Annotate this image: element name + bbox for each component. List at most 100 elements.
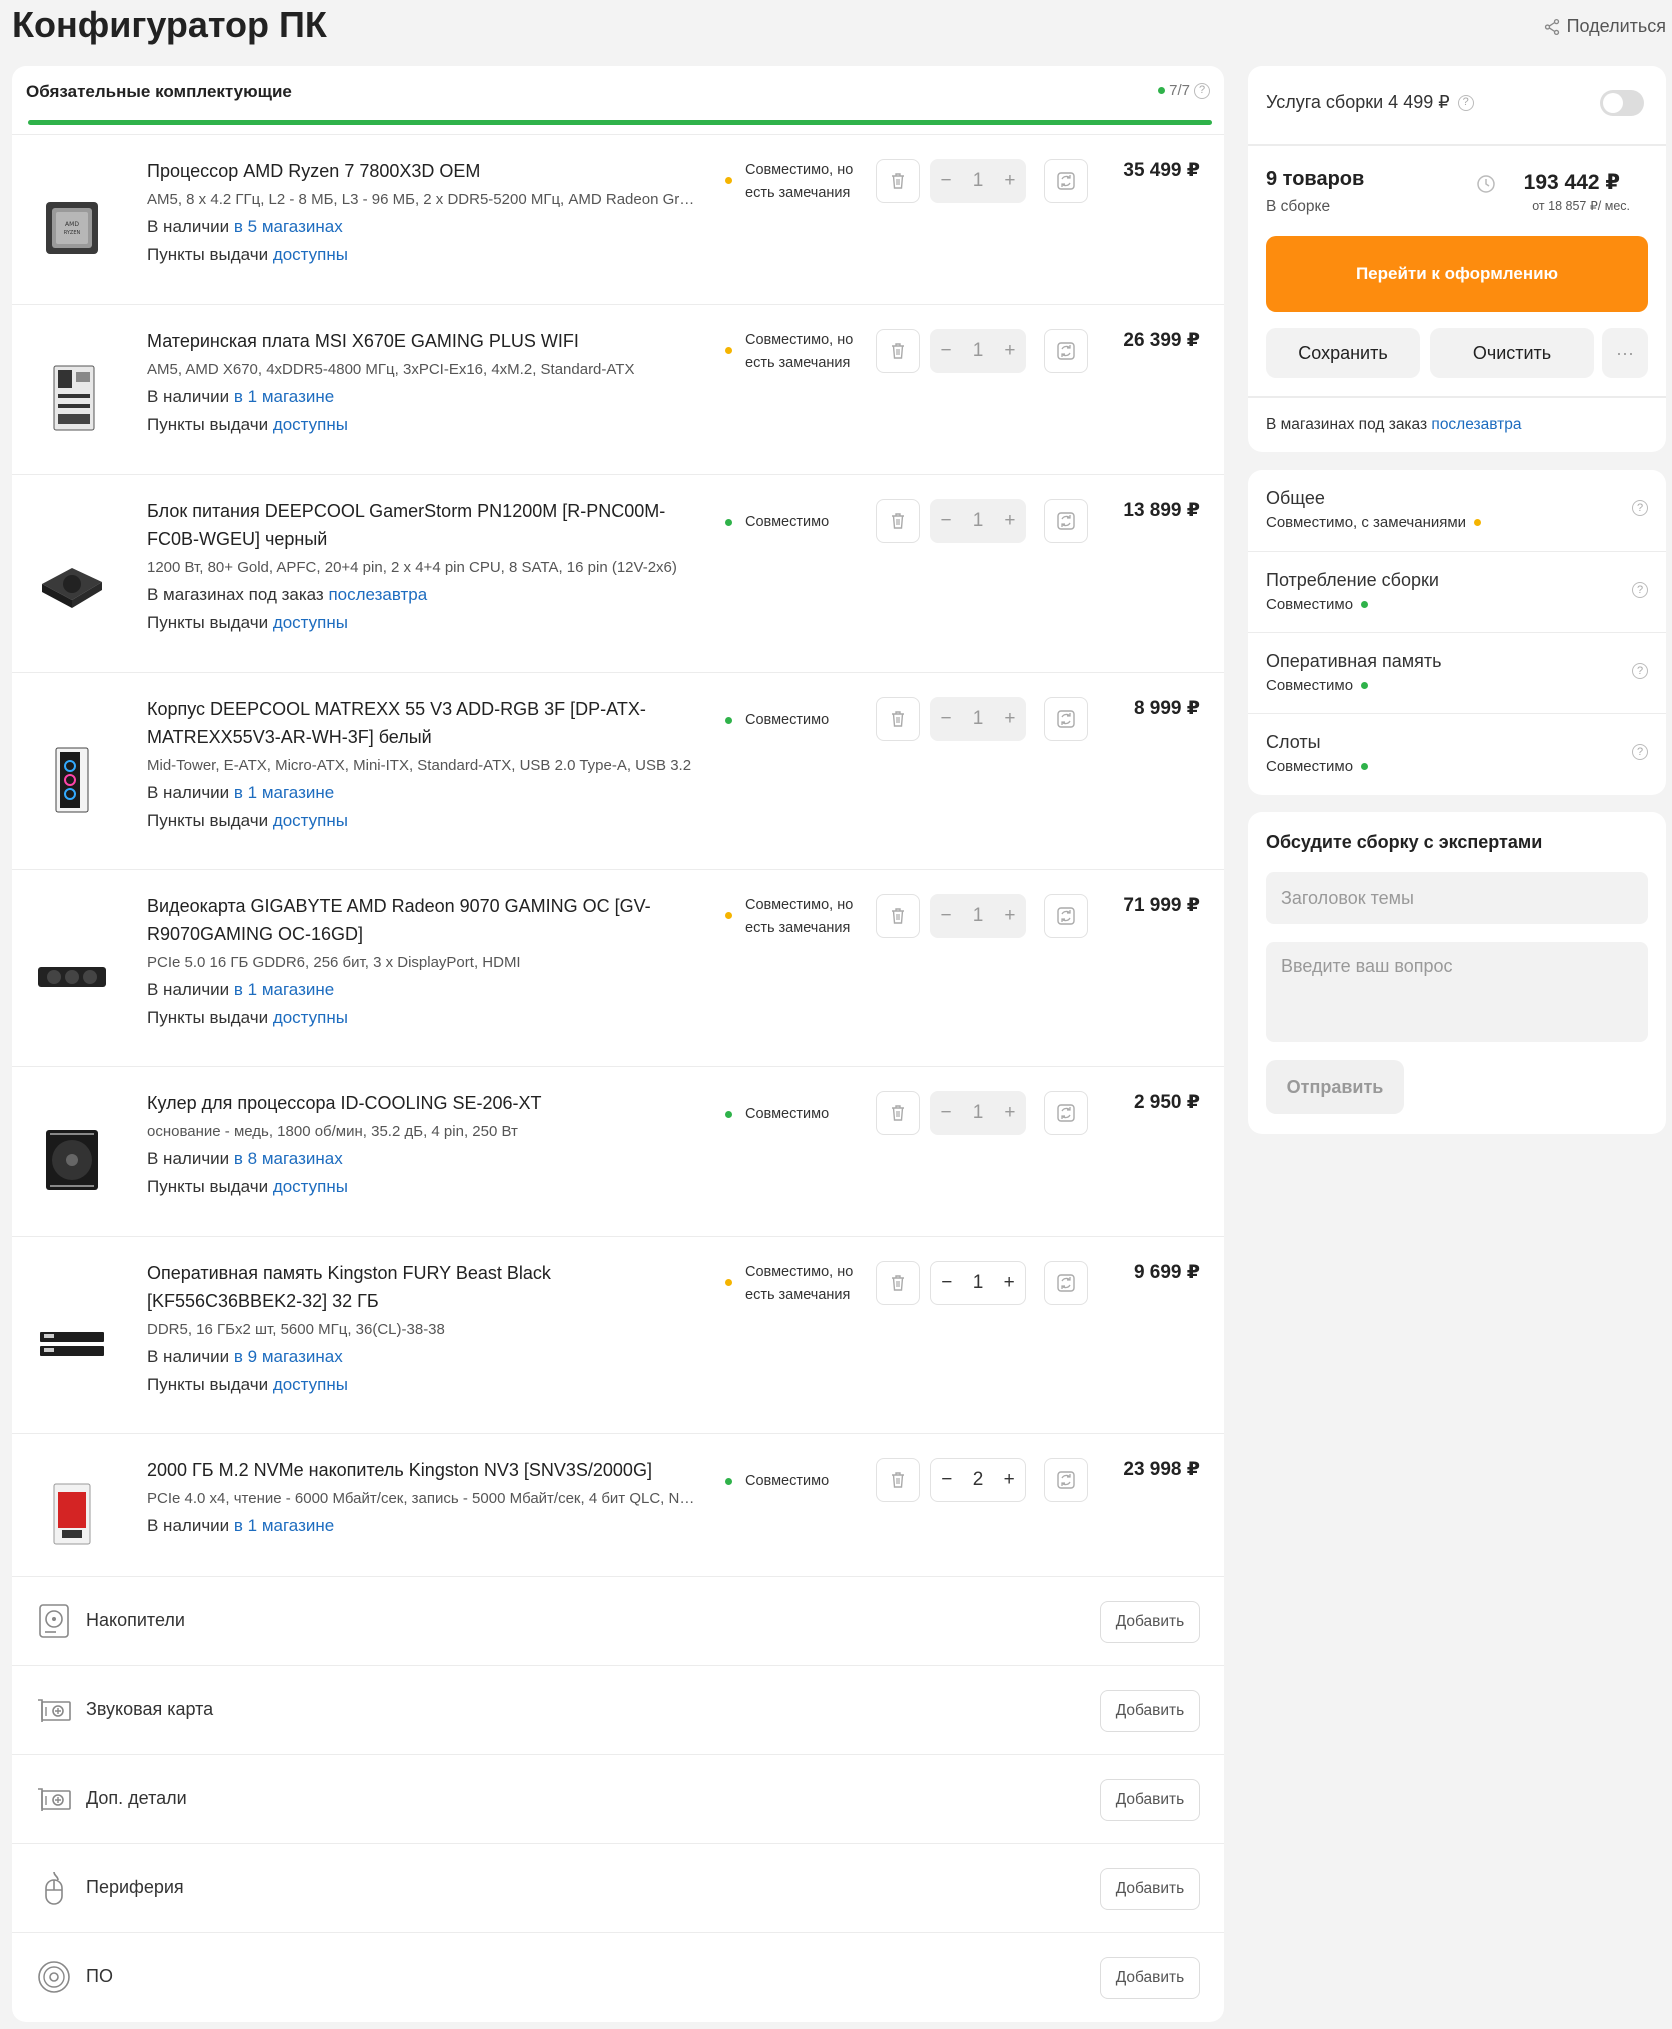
replace-button[interactable] [1044, 1458, 1088, 1502]
assembly-service-toggle[interactable] [1600, 90, 1644, 116]
case-icon [55, 747, 89, 812]
replace-button[interactable] [1044, 894, 1088, 938]
help-icon[interactable]: ? [1457, 94, 1474, 111]
product-name[interactable]: Оперативная память Kingston FURY Beast B… [147, 1259, 702, 1315]
replace-button[interactable] [1044, 329, 1088, 373]
plus-button[interactable]: + [1004, 1469, 1015, 1491]
add-button[interactable]: Добавить [1100, 1957, 1200, 1999]
delete-button[interactable] [876, 697, 920, 741]
compatibility-check[interactable]: Оперативная память Совместимо? [1248, 632, 1666, 713]
replace-button[interactable] [1044, 1091, 1088, 1135]
availability-link[interactable]: в 1 магазине [234, 783, 334, 802]
help-icon[interactable]: ? [1632, 582, 1648, 598]
pickup-link[interactable]: доступны [273, 415, 348, 434]
availability-link[interactable]: в 5 магазинах [234, 217, 343, 236]
quantity-stepper[interactable]: −1 + [930, 329, 1026, 373]
delete-button[interactable] [876, 1458, 920, 1502]
pickup-link[interactable]: доступны [273, 1177, 348, 1196]
delete-button[interactable] [876, 1261, 920, 1305]
replace-button[interactable] [1044, 159, 1088, 203]
pickup-link[interactable]: доступны [273, 613, 348, 632]
help-icon[interactable]: ? [1632, 663, 1648, 679]
add-button[interactable]: Добавить [1100, 1690, 1200, 1732]
delete-button[interactable] [876, 499, 920, 543]
pickup-link[interactable]: доступны [273, 1375, 348, 1394]
pickup-link[interactable]: доступны [273, 245, 348, 264]
replace-button[interactable] [1044, 1261, 1088, 1305]
plus-button[interactable]: + [1004, 340, 1015, 362]
clear-button[interactable]: Очистить [1430, 328, 1594, 378]
product-name[interactable]: Процессор AMD Ryzen 7 7800X3D OEM [147, 157, 702, 185]
minus-button[interactable]: − [941, 340, 952, 362]
plus-button[interactable]: + [1004, 905, 1015, 927]
availability-link[interactable]: в 1 магазине [234, 387, 334, 406]
quantity-stepper[interactable]: −1 + [930, 159, 1026, 203]
minus-button[interactable]: − [941, 1272, 952, 1294]
minus-button[interactable]: − [941, 170, 952, 192]
pickup-points: Пункты выдачи доступны [147, 613, 348, 633]
help-icon[interactable]: ? [1632, 500, 1648, 516]
add-button[interactable]: Добавить [1100, 1779, 1200, 1821]
quantity-stepper[interactable]: −1 + [930, 1091, 1026, 1135]
quantity-stepper[interactable]: −2 + [930, 1458, 1026, 1502]
product-name[interactable]: 2000 ГБ M.2 NVMe накопитель Kingston NV3… [147, 1456, 702, 1484]
product-name[interactable]: Видеокарта GIGABYTE AMD Radeon 9070 GAMI… [147, 892, 702, 948]
order-date-link[interactable]: послезавтра [1431, 416, 1521, 433]
availability-link[interactable]: послезавтра [328, 585, 427, 604]
plus-button[interactable]: + [1004, 170, 1015, 192]
quantity-stepper[interactable]: −1 + [930, 894, 1026, 938]
share-button[interactable]: Поделиться [1543, 16, 1666, 37]
minus-button[interactable]: − [941, 905, 952, 927]
replace-button[interactable] [1044, 697, 1088, 741]
topic-title-input[interactable] [1266, 872, 1648, 924]
compatibility-check[interactable]: Слоты Совместимо? [1248, 713, 1666, 794]
compatibility-status: Совместимо, но есть замечания [725, 159, 865, 205]
availability-link[interactable]: в 1 магазине [234, 1516, 334, 1535]
plus-button[interactable]: + [1004, 510, 1015, 532]
plus-button[interactable]: + [1004, 708, 1015, 730]
plus-button[interactable]: + [1004, 1272, 1015, 1294]
delete-button[interactable] [876, 159, 920, 203]
save-button[interactable]: Сохранить [1266, 328, 1420, 378]
minus-button[interactable]: − [941, 708, 952, 730]
quantity-stepper[interactable]: −1 + [930, 1261, 1026, 1305]
help-icon[interactable]: ? [1194, 82, 1210, 99]
minus-button[interactable]: − [941, 1469, 952, 1491]
availability-prefix: В наличии [147, 1149, 230, 1168]
product-name[interactable]: Блок питания DEEPCOOL GamerStorm PN1200M… [147, 497, 702, 553]
quantity-value: 1 [972, 708, 984, 729]
check-status-text: Совместимо, с замечаниями [1266, 514, 1467, 531]
delete-button[interactable] [876, 894, 920, 938]
add-button[interactable]: Добавить [1100, 1868, 1200, 1910]
minus-button[interactable]: − [941, 1102, 952, 1124]
replace-button[interactable] [1044, 499, 1088, 543]
category-row: Звуковая карта Добавить [12, 1665, 1224, 1754]
send-button[interactable]: Отправить [1266, 1060, 1404, 1114]
checkout-button[interactable]: Перейти к оформлению [1266, 236, 1648, 312]
question-input[interactable] [1266, 942, 1648, 1042]
availability-prefix: В наличии [147, 1516, 230, 1535]
status-dot [725, 177, 732, 184]
quantity-stepper[interactable]: −1 + [930, 697, 1026, 741]
product-name[interactable]: Кулер для процессора ID-COOLING SE-206-X… [147, 1089, 702, 1117]
product-name[interactable]: Корпус DEEPCOOL MATREXX 55 V3 ADD-RGB 3F… [147, 695, 702, 751]
help-icon[interactable]: ? [1632, 744, 1648, 760]
add-button[interactable]: Добавить [1100, 1601, 1200, 1643]
delete-button[interactable] [876, 1091, 920, 1135]
check-status-text: Совместимо [1266, 677, 1354, 694]
availability-link[interactable]: в 9 магазинах [234, 1347, 343, 1366]
compatibility-check[interactable]: Потребление сборки Совместимо? [1248, 551, 1666, 632]
pickup-link[interactable]: доступны [273, 811, 348, 830]
more-button[interactable]: ··· [1602, 328, 1648, 378]
availability-link[interactable]: в 1 магазине [234, 980, 334, 999]
quantity-stepper[interactable]: −1 + [930, 499, 1026, 543]
product-spec: AM5, AMD X670, 4xDDR5-4800 МГц, 3xPCI-Ex… [147, 361, 635, 378]
delete-button[interactable] [876, 329, 920, 373]
pickup-link[interactable]: доступны [273, 1008, 348, 1027]
plus-button[interactable]: + [1004, 1102, 1015, 1124]
compatibility-check[interactable]: Общее Совместимо, с замечаниями? [1248, 470, 1666, 551]
product-name[interactable]: Материнская плата MSI X670E GAMING PLUS … [147, 327, 702, 355]
availability-link[interactable]: в 8 магазинах [234, 1149, 343, 1168]
sound-card-icon [36, 1692, 72, 1728]
minus-button[interactable]: − [941, 510, 952, 532]
